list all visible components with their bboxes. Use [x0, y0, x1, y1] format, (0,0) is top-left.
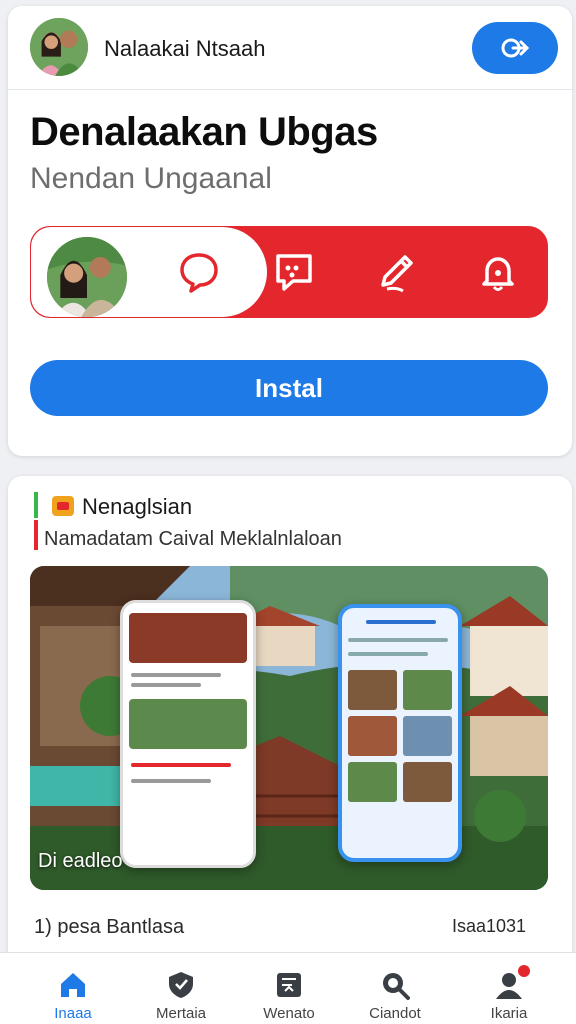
message-action[interactable] — [269, 247, 319, 297]
mockup-text-line — [131, 673, 221, 677]
tab-home[interactable]: Inaaa — [28, 961, 118, 1022]
phone-mockup-right — [338, 604, 462, 862]
link-icon — [501, 38, 530, 58]
mockup-photo-grid — [348, 670, 452, 802]
app-title: Denalaakan Ubgas — [30, 110, 378, 154]
speech-bubble-icon — [180, 253, 218, 293]
mockup-title-line — [366, 620, 436, 624]
action-bar — [30, 226, 548, 318]
flag-icon — [52, 496, 74, 516]
mockup-text-line — [348, 638, 448, 642]
feature-card: Nenaglsian Namadatam Caival Meklalnlaloa… — [8, 476, 572, 966]
tab-label: Mertaia — [155, 1005, 207, 1022]
tab-label: Ikaria — [490, 1005, 528, 1022]
avatar-large[interactable] — [45, 235, 129, 317]
share-button[interactable] — [472, 22, 558, 74]
tab-label: Inaaa — [54, 1005, 92, 1022]
tab-label: Wenato — [263, 1005, 315, 1022]
meta-left: 1) pesa Bantlasa — [34, 916, 185, 938]
section-subtitle: Namadatam Caival Meklalnlaloan — [44, 528, 342, 550]
notification-action[interactable] — [473, 247, 523, 297]
mockup-text-line — [348, 652, 428, 656]
edit-action[interactable] — [371, 247, 421, 297]
shield-icon — [169, 972, 193, 998]
section-title: Nenaglsian — [82, 494, 193, 519]
accent-bar-green — [34, 492, 38, 518]
accent-bar-red — [34, 520, 38, 550]
tab-shield[interactable]: Mertaia — [136, 961, 226, 1022]
mockup-progress — [131, 763, 231, 767]
tab-document[interactable]: Wenato — [244, 961, 334, 1022]
install-button[interactable]: Instal — [30, 360, 548, 416]
chat-square-icon — [276, 254, 312, 291]
home-icon — [61, 973, 85, 997]
phone-mockup-left — [120, 600, 256, 868]
bell-icon — [482, 257, 514, 291]
mockup-header-image — [129, 613, 247, 663]
app-card: Nalaakai Ntsaah Denalaakan Ubgas Nendan … — [8, 6, 572, 456]
tab-search[interactable]: Ciandot — [350, 961, 440, 1022]
document-icon — [277, 973, 301, 997]
app-subtitle: Nendan Ungaanal — [30, 162, 272, 195]
mockup-photo — [129, 699, 247, 749]
mockup-text-line — [131, 779, 211, 783]
tab-label: Ciandot — [369, 1005, 421, 1022]
notification-dot — [516, 963, 532, 979]
bottom-tab-bar: Inaaa Mertaia Wenato Ciandot Ikaria — [0, 952, 576, 1024]
username: Nalaakai Ntsaah — [104, 36, 266, 61]
village-scene-illustration — [30, 566, 548, 890]
avatar[interactable] — [30, 18, 88, 76]
promo-image[interactable]: Di eadleo — [30, 566, 548, 890]
tab-profile[interactable]: Ikaria — [464, 961, 554, 1022]
comment-action[interactable] — [174, 247, 224, 297]
promo-caption: Di eadleo — [38, 850, 123, 872]
mockup-text-line — [131, 683, 201, 687]
pencil-icon — [381, 255, 413, 293]
profile-header: Nalaakai Ntsaah — [8, 6, 572, 90]
meta-right: Isaa1031 — [452, 916, 527, 936]
search-icon — [383, 973, 410, 1000]
